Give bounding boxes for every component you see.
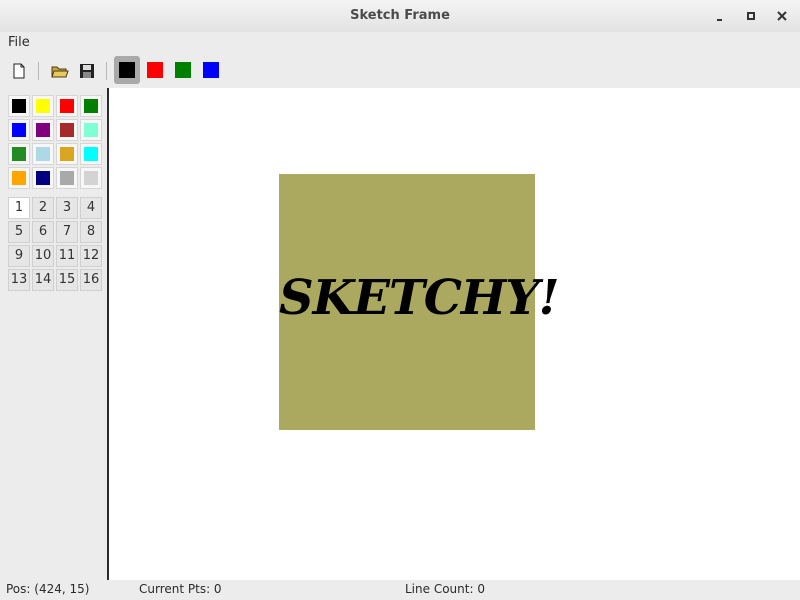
open-folder-icon bbox=[51, 66, 69, 78]
palette-swatch[interactable] bbox=[56, 167, 78, 189]
palette-swatch[interactable] bbox=[8, 95, 30, 117]
line-width-button[interactable]: 9 bbox=[8, 245, 30, 267]
palette-swatch[interactable] bbox=[8, 167, 30, 189]
palette-swatch-color bbox=[36, 99, 50, 113]
left-panel: 1 2 3 4 5 6 7 8 9 10 11 12 13 14 15 16 bbox=[0, 88, 109, 580]
toolbar-color-black[interactable] bbox=[119, 62, 135, 78]
line-width-button[interactable]: 1 bbox=[8, 197, 30, 219]
line-width-button[interactable]: 4 bbox=[80, 197, 102, 219]
status-line-count: Line Count: 0 bbox=[405, 582, 485, 596]
toolbar-color-red[interactable] bbox=[147, 62, 163, 78]
palette-swatch[interactable] bbox=[32, 95, 54, 117]
save-button[interactable] bbox=[76, 60, 98, 82]
palette-swatch-color bbox=[36, 123, 50, 137]
palette-swatch-color bbox=[36, 171, 50, 185]
window-title: Sketch Frame bbox=[350, 8, 450, 23]
save-disk-icon bbox=[80, 64, 94, 78]
status-current-points: Current Pts: 0 bbox=[139, 582, 222, 596]
line-width-button[interactable]: 13 bbox=[8, 269, 30, 291]
line-width-button[interactable]: 10 bbox=[32, 245, 54, 267]
palette-swatch-color bbox=[84, 171, 98, 185]
line-width-button[interactable]: 5 bbox=[8, 221, 30, 243]
palette-swatch-color bbox=[12, 123, 26, 137]
minimize-icon[interactable] bbox=[712, 8, 728, 24]
toolbar-color-green[interactable] bbox=[175, 62, 191, 78]
status-bar: Pos: (424, 15) Current Pts: 0 Line Count… bbox=[0, 580, 800, 600]
drawn-rectangle: SKETCHY! bbox=[279, 174, 560, 430]
palette-swatch-color bbox=[84, 99, 98, 113]
palette-swatch[interactable] bbox=[80, 167, 102, 189]
palette-swatch-color bbox=[12, 99, 26, 113]
palette-swatch[interactable] bbox=[32, 119, 54, 141]
palette-swatch-color bbox=[84, 123, 98, 137]
line-width-button[interactable]: 16 bbox=[80, 269, 102, 291]
toolbar-color-blue[interactable] bbox=[203, 62, 219, 78]
line-width-button[interactable]: 7 bbox=[56, 221, 78, 243]
line-width-button[interactable]: 2 bbox=[32, 197, 54, 219]
palette-swatch-color bbox=[60, 147, 74, 161]
palette-swatch[interactable] bbox=[56, 119, 78, 141]
menu-file[interactable]: File bbox=[8, 35, 30, 50]
new-file-button[interactable] bbox=[8, 60, 30, 82]
open-button[interactable] bbox=[48, 60, 70, 82]
palette-swatch[interactable] bbox=[80, 143, 102, 165]
palette-swatch[interactable] bbox=[8, 119, 30, 141]
toolbar-separator bbox=[38, 62, 39, 80]
palette-swatch-color bbox=[84, 147, 98, 161]
palette-swatch-color bbox=[60, 99, 74, 113]
palette-swatch[interactable] bbox=[32, 167, 54, 189]
line-width-button[interactable]: 11 bbox=[56, 245, 78, 267]
palette-swatch[interactable] bbox=[80, 119, 102, 141]
line-width-button[interactable]: 3 bbox=[56, 197, 78, 219]
line-width-button[interactable]: 8 bbox=[80, 221, 102, 243]
new-file-icon bbox=[13, 63, 25, 79]
palette-swatch-color bbox=[60, 171, 74, 185]
line-width-button[interactable]: 6 bbox=[32, 221, 54, 243]
palette-swatch[interactable] bbox=[80, 95, 102, 117]
palette-swatch[interactable] bbox=[32, 143, 54, 165]
palette-swatch-color bbox=[12, 171, 26, 185]
maximize-icon[interactable] bbox=[743, 8, 759, 24]
palette-swatch[interactable] bbox=[8, 143, 30, 165]
toolbar-separator bbox=[106, 62, 107, 80]
drawn-text: SKETCHY! bbox=[279, 270, 560, 326]
palette-swatch-color bbox=[12, 147, 26, 161]
status-position: Pos: (424, 15) bbox=[6, 582, 90, 596]
toolbar bbox=[0, 54, 800, 88]
menu-bar: File bbox=[0, 32, 800, 54]
drawing-canvas[interactable]: SKETCHY! bbox=[109, 88, 800, 580]
palette-swatch[interactable] bbox=[56, 143, 78, 165]
title-bar: Sketch Frame bbox=[0, 0, 800, 32]
line-width-button[interactable]: 12 bbox=[80, 245, 102, 267]
close-icon[interactable] bbox=[774, 8, 790, 24]
palette-swatch[interactable] bbox=[56, 95, 78, 117]
line-width-button[interactable]: 15 bbox=[56, 269, 78, 291]
palette-swatch-color bbox=[36, 147, 50, 161]
line-width-button[interactable]: 14 bbox=[32, 269, 54, 291]
palette-swatch-color bbox=[60, 123, 74, 137]
